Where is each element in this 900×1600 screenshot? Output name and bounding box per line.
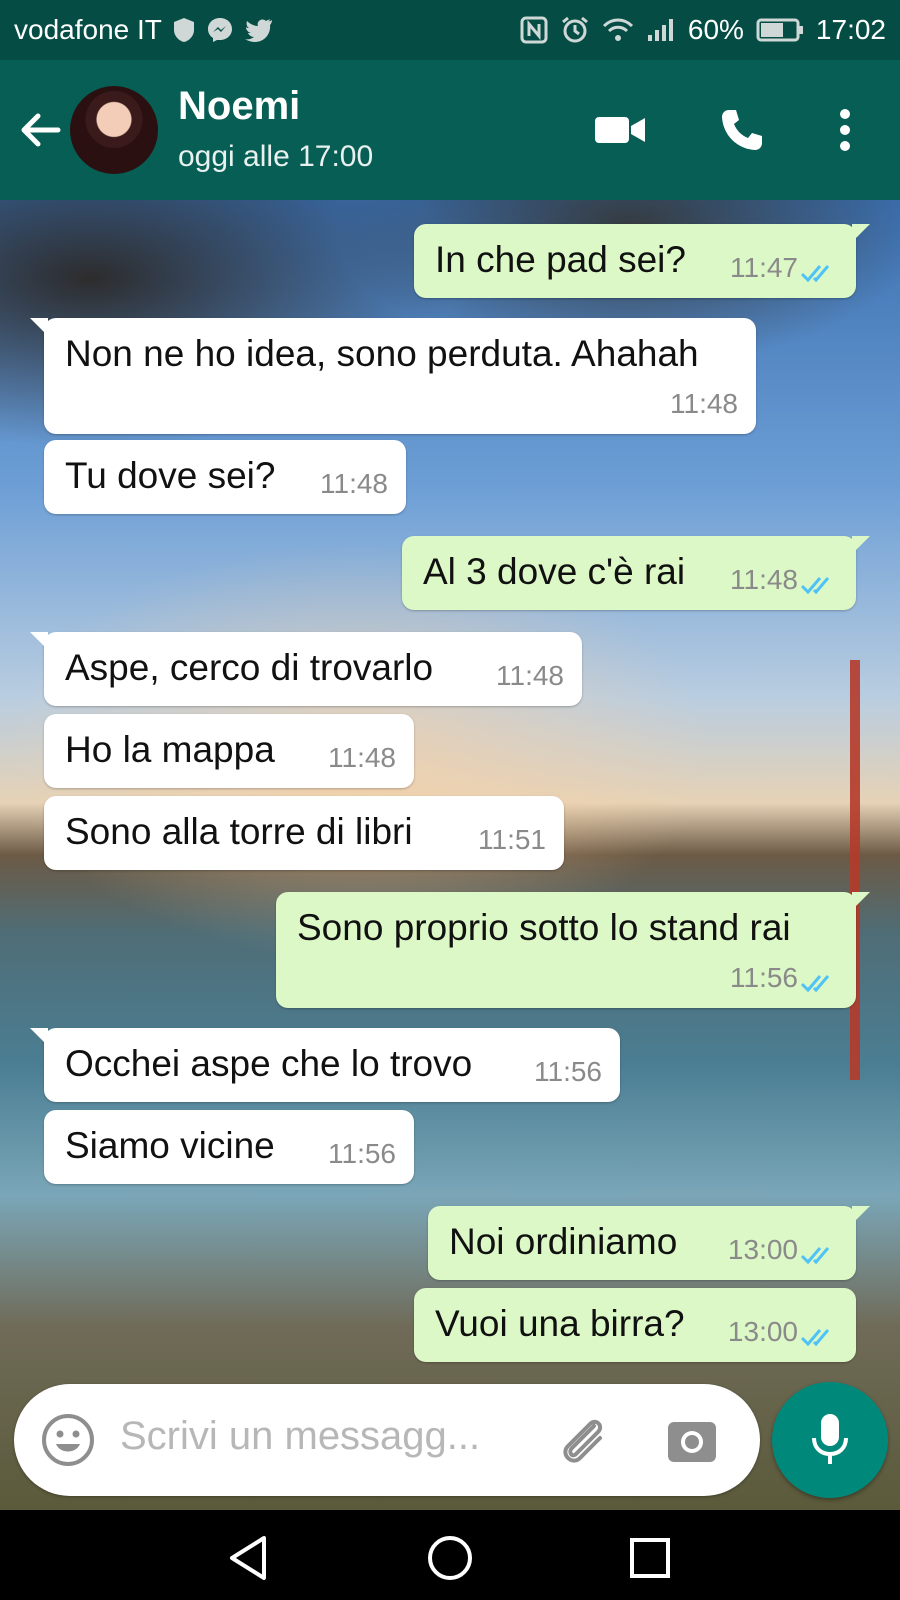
message-text: Occhei aspe che lo trovo: [65, 1043, 473, 1084]
message-time: 11:48: [328, 742, 396, 773]
clock: 17:02: [815, 14, 886, 45]
message-bubble-in[interactable]: Non ne ho idea, sono perduta. Ahahah 11:…: [30, 318, 756, 434]
bubble-tail: [852, 1206, 870, 1224]
signal-icon: [646, 17, 676, 43]
chat-header: Noemi oggi alle 17:00: [0, 60, 900, 200]
battery-icon: [756, 17, 804, 43]
back-arrow-icon[interactable]: [18, 108, 62, 152]
back-triangle-icon[interactable]: [222, 1530, 278, 1586]
bubble-tail: [852, 892, 870, 910]
bubble-tail: [852, 224, 870, 242]
recents-square-icon[interactable]: [622, 1530, 678, 1586]
status-bar-right: 60% 17:02: [520, 14, 886, 46]
message-text: Aspe, cerco di trovarlo: [65, 647, 434, 688]
nfc-icon: [520, 16, 548, 44]
emoji-icon[interactable]: [38, 1410, 98, 1470]
bubble-tail: [30, 632, 48, 650]
message-bubble-in[interactable]: Occhei aspe che lo trovo 11:56: [30, 1028, 620, 1102]
home-circle-icon[interactable]: [422, 1530, 478, 1586]
system-nav-bar: [0, 1510, 900, 1600]
message-text: Al 3 dove c'è rai: [423, 551, 686, 592]
message-bubble-in[interactable]: Sono alla torre di libri 11:51: [44, 796, 564, 870]
message-text: Vuoi una birra?: [435, 1303, 685, 1344]
read-ticks-icon: [800, 1247, 830, 1265]
message-input[interactable]: Scrivi un messagg...: [120, 1414, 480, 1459]
video-call-icon[interactable]: [590, 100, 650, 160]
message-time: 11:47: [730, 252, 798, 283]
message-time: 11:48: [670, 388, 738, 419]
bubble-tail: [30, 318, 48, 336]
message-text: Sono alla torre di libri: [65, 811, 413, 852]
contact-last-seen[interactable]: oggi alle 17:00: [178, 140, 373, 174]
message-bubble-out[interactable]: Al 3 dove c'è rai 11:48: [402, 536, 870, 610]
bubble-tail: [30, 1028, 48, 1046]
message-bubble-in[interactable]: Ho la mappa 11:48: [44, 714, 414, 788]
message-time: 11:56: [730, 962, 798, 993]
message-bubble-in[interactable]: Siamo vicine 11:56: [44, 1110, 414, 1184]
wifi-icon: [602, 17, 634, 43]
message-time: 11:48: [730, 564, 798, 595]
phone-icon[interactable]: [712, 100, 772, 160]
message-text: Tu dove sei?: [65, 455, 276, 496]
battery-percent: 60%: [687, 14, 744, 45]
message-bubble-in[interactable]: Tu dove sei? 11:48: [44, 440, 406, 514]
message-text: Noi ordiniamo: [449, 1221, 678, 1262]
message-time: 11:48: [320, 468, 388, 499]
chat-background[interactable]: In che pad sei? 11:47 Non ne ho idea, so…: [0, 200, 900, 1510]
more-options-icon[interactable]: [815, 100, 875, 160]
message-bubble-out[interactable]: Noi ordiniamo 13:00: [428, 1206, 870, 1280]
message-time: 11:56: [328, 1138, 396, 1169]
contact-name[interactable]: Noemi: [178, 84, 300, 129]
messenger-icon: [206, 16, 234, 44]
message-text: Siamo vicine: [65, 1125, 275, 1166]
avatar[interactable]: [70, 86, 158, 174]
read-ticks-icon: [800, 577, 830, 595]
message-time: 13:00: [727, 1234, 798, 1265]
message-time: 13:00: [727, 1316, 798, 1347]
message-bubble-in[interactable]: Aspe, cerco di trovarlo 11:48: [30, 632, 582, 706]
message-text: In che pad sei?: [435, 239, 686, 280]
attach-icon[interactable]: [554, 1412, 614, 1472]
message-time: 11:51: [478, 824, 546, 855]
bubble-tail: [852, 536, 870, 554]
wallpaper-bridge: [820, 660, 890, 1080]
camera-icon[interactable]: [662, 1412, 722, 1472]
message-text: Sono proprio sotto lo stand rai: [297, 907, 791, 948]
shield-icon: [172, 16, 196, 44]
message-text: Ho la mappa: [65, 729, 275, 770]
microphone-icon[interactable]: [772, 1382, 888, 1498]
read-ticks-icon: [800, 1329, 830, 1347]
alarm-icon: [560, 15, 590, 45]
status-bar-left: vodafone IT: [14, 14, 274, 46]
message-bubble-out[interactable]: Sono proprio sotto lo stand rai 11:56: [276, 892, 870, 1008]
message-time: 11:56: [534, 1056, 602, 1087]
status-bar: vodafone IT 60% 17:02: [0, 0, 900, 60]
read-ticks-icon: [800, 265, 830, 283]
message-bubble-out[interactable]: In che pad sei? 11:47: [414, 224, 870, 298]
message-composer[interactable]: Scrivi un messagg...: [14, 1384, 760, 1496]
read-ticks-icon: [800, 975, 830, 993]
carrier-label: vodafone IT: [14, 14, 162, 45]
message-text: Non ne ho idea, sono perduta. Ahahah: [65, 333, 699, 374]
twitter-icon: [244, 17, 274, 43]
message-bubble-out[interactable]: Vuoi una birra? 13:00: [414, 1288, 856, 1362]
message-time: 11:48: [496, 660, 564, 691]
